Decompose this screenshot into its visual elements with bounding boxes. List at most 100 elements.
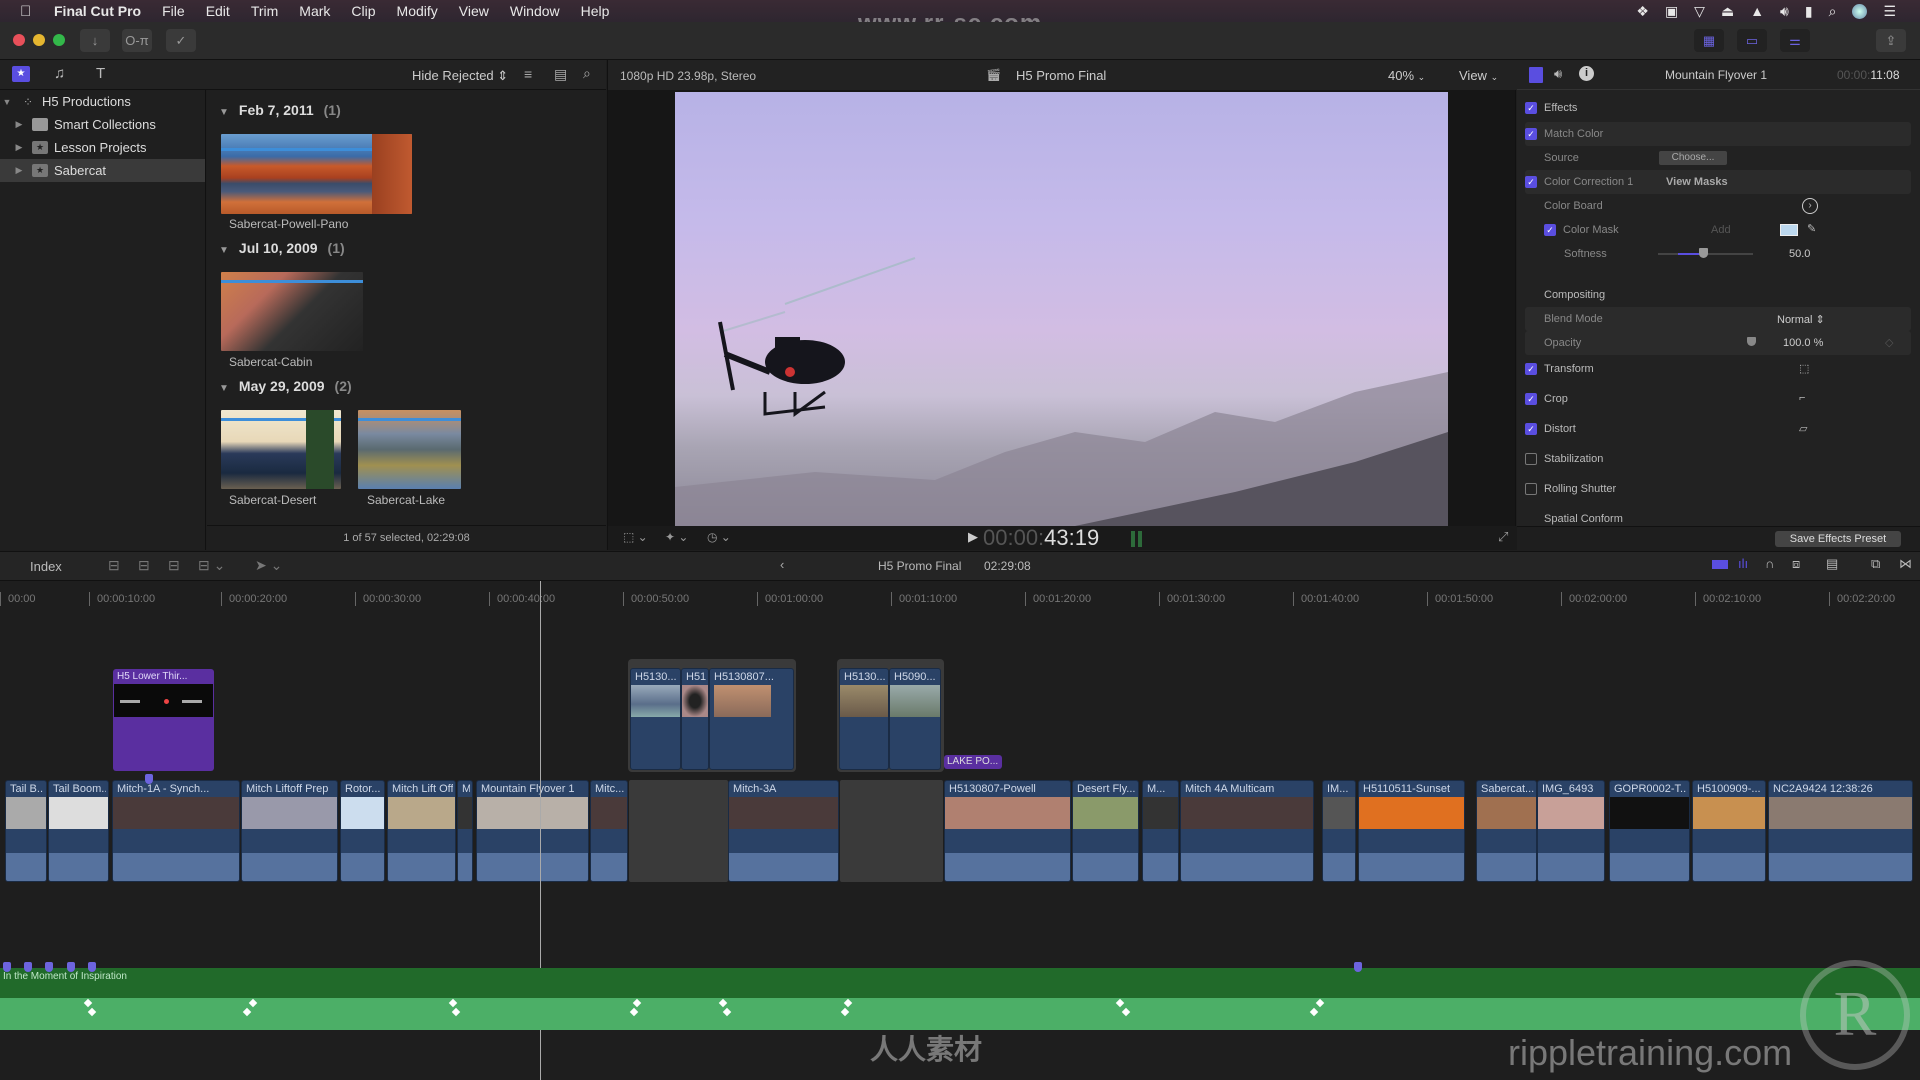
marker[interactable] bbox=[1354, 962, 1362, 972]
timeline-clip[interactable]: Tail B... bbox=[5, 780, 47, 882]
softness-value[interactable]: 50.0 bbox=[1789, 248, 1810, 260]
menu-mark[interactable]: Mark bbox=[299, 3, 330, 19]
timeline-clip[interactable]: Mitch-1A - Synch... bbox=[112, 780, 240, 882]
title-clip-lower-third[interactable]: H5 Lower Thir... bbox=[113, 669, 214, 771]
connected-clip[interactable]: H5130807... bbox=[709, 668, 794, 770]
marker[interactable] bbox=[45, 962, 53, 972]
crop-checkbox[interactable]: ✓ bbox=[1525, 393, 1537, 405]
wifi-icon[interactable]: ▽ bbox=[1694, 3, 1705, 20]
timeline-clip[interactable]: Mitch Lift Off bbox=[387, 780, 456, 882]
solo-headphones-icon[interactable]: ∩ bbox=[1765, 556, 1774, 571]
list-view-icon[interactable]: ≡ bbox=[524, 66, 532, 82]
menu-edit[interactable]: Edit bbox=[206, 3, 230, 19]
clip-thumbnail-lake[interactable] bbox=[358, 410, 461, 489]
timeline-gap[interactable] bbox=[840, 780, 943, 882]
marker[interactable] bbox=[3, 962, 11, 972]
zoom-dropdown[interactable]: 40% ⌄ bbox=[1388, 68, 1425, 83]
append-clip-icon[interactable]: ⊟ bbox=[168, 557, 180, 574]
search-icon[interactable]: ⌕ bbox=[583, 65, 591, 82]
library-item-sabercat[interactable]: ▶ ★ Sabercat bbox=[0, 159, 205, 182]
info-inspector-tab[interactable]: i bbox=[1579, 66, 1594, 81]
menu-app[interactable]: Final Cut Pro bbox=[54, 3, 141, 19]
opacity-value[interactable]: 100.0 % bbox=[1783, 337, 1823, 349]
select-tool-icon[interactable]: ➤ ⌄ bbox=[255, 557, 282, 574]
keyframe-icon[interactable]: ◇ bbox=[1885, 336, 1893, 349]
audio-inspector-tab[interactable]: 🔊︎ bbox=[1554, 66, 1562, 82]
title-clip-lake[interactable]: LAKE PO... bbox=[944, 755, 1002, 769]
effects-browser-icon[interactable]: ⧉ bbox=[1871, 556, 1880, 572]
timeline-clip[interactable]: Desert Fly... bbox=[1072, 780, 1139, 882]
menu-help[interactable]: Help bbox=[581, 3, 610, 19]
close-window-button[interactable] bbox=[13, 34, 25, 46]
video-skimming-icon[interactable] bbox=[1712, 560, 1728, 569]
view-masks-button[interactable]: View Masks bbox=[1666, 176, 1728, 188]
menu-clip[interactable]: Clip bbox=[351, 3, 375, 19]
show-timeline-button[interactable]: ▭ bbox=[1737, 29, 1767, 52]
timeline-clip[interactable]: M. bbox=[457, 780, 473, 882]
connect-clip-icon[interactable]: ⊟ bbox=[108, 557, 120, 574]
timeline-clip[interactable]: H5100909-... bbox=[1692, 780, 1766, 882]
connected-clip[interactable]: H5130... bbox=[839, 668, 889, 770]
menu-view[interactable]: View bbox=[459, 3, 489, 19]
show-inspector-button[interactable]: ⚌ bbox=[1780, 29, 1810, 52]
share-button[interactable]: ⇪ bbox=[1876, 29, 1906, 52]
disclosure-closed-icon[interactable]: ▶ bbox=[12, 142, 26, 153]
save-effects-preset-button[interactable]: Save Effects Preset bbox=[1775, 531, 1901, 547]
color-correction-checkbox[interactable]: ✓ bbox=[1525, 176, 1537, 188]
mask-color-swatch[interactable] bbox=[1780, 224, 1798, 236]
timeline-index-button[interactable]: Index bbox=[30, 559, 62, 574]
blend-mode-dropdown[interactable]: Normal ⇕ bbox=[1777, 313, 1825, 326]
menu-trim[interactable]: Trim bbox=[251, 3, 278, 19]
distort-checkbox[interactable]: ✓ bbox=[1525, 423, 1537, 435]
timeline-clip[interactable]: Tail Boom... bbox=[48, 780, 109, 882]
marker[interactable] bbox=[24, 962, 32, 972]
menu-file[interactable]: File bbox=[162, 3, 185, 19]
match-color-checkbox[interactable]: ✓ bbox=[1525, 128, 1537, 140]
clip-thumbnail-desert[interactable] bbox=[221, 410, 341, 489]
connected-storyline-1[interactable]: H5130... H513... H5130807... bbox=[628, 659, 796, 772]
viewer-video-frame[interactable] bbox=[675, 92, 1448, 526]
airplay-icon[interactable]: ⏏ bbox=[1721, 3, 1734, 20]
play-button[interactable]: ▶ bbox=[968, 529, 978, 545]
timeline-clip[interactable]: M... bbox=[1142, 780, 1179, 882]
disclosure-closed-icon[interactable]: ▶ bbox=[12, 119, 26, 130]
library-item-smart-collections[interactable]: ▶ Smart Collections bbox=[0, 113, 205, 136]
eyedropper-icon[interactable]: ✎ bbox=[1807, 222, 1816, 235]
import-button[interactable]: ↓ bbox=[80, 29, 110, 52]
eject-icon[interactable]: ▲ bbox=[1750, 3, 1764, 19]
softness-slider-knob[interactable] bbox=[1699, 248, 1708, 258]
connected-storyline-2[interactable]: H5130... H5090... bbox=[837, 659, 944, 772]
clip-appearance-icon[interactable]: ▤ bbox=[554, 66, 567, 83]
transform-checkbox[interactable]: ✓ bbox=[1525, 363, 1537, 375]
background-tasks-button[interactable]: ✓ bbox=[166, 29, 196, 52]
date-group-header[interactable]: ▼ May 29, 2009 (2) bbox=[219, 378, 352, 394]
spotlight-icon[interactable]: ⌕ bbox=[1829, 3, 1837, 20]
clip-filter-dropdown[interactable]: Hide Rejected ⇕ bbox=[412, 68, 508, 84]
library-item-h5-productions[interactable]: ▼ ⁘ H5 Productions bbox=[0, 90, 205, 113]
date-group-header[interactable]: ▼ Feb 7, 2011 (1) bbox=[219, 102, 341, 118]
overwrite-clip-icon[interactable]: ⊟ ⌄ bbox=[198, 557, 225, 574]
clip-appearance-icon[interactable]: ▤ bbox=[1826, 556, 1838, 572]
timeline-clip[interactable]: Mitch 4A Multicam bbox=[1180, 780, 1314, 882]
transform-tools-icon[interactable]: ⬚ ⌄ bbox=[623, 530, 648, 544]
clip-thumbnail-cabin[interactable] bbox=[221, 272, 363, 351]
softness-slider[interactable] bbox=[1658, 248, 1753, 258]
timeline-back-icon[interactable]: ‹ bbox=[780, 557, 784, 572]
dropbox-icon[interactable]: ❖ bbox=[1636, 3, 1649, 20]
effects-checkbox[interactable]: ✓ bbox=[1525, 102, 1537, 114]
keyword-editor-button[interactable]: O-π bbox=[122, 29, 152, 52]
connected-clip[interactable]: H5130... bbox=[630, 668, 681, 770]
insert-clip-icon[interactable]: ⊟ bbox=[138, 557, 150, 574]
timeline-clip[interactable]: H5130807-Powell bbox=[944, 780, 1071, 882]
volume-icon[interactable]: 🔊︎ bbox=[1780, 3, 1789, 20]
titles-generators-icon[interactable]: T bbox=[96, 65, 105, 82]
timeline-clip[interactable]: Mitc... bbox=[590, 780, 628, 882]
retiming-icon[interactable]: ◷ ⌄ bbox=[707, 530, 731, 544]
music-clip[interactable]: In the Moment of Inspiration bbox=[0, 968, 1920, 1030]
facetime-icon[interactable]: ▣ bbox=[1665, 3, 1678, 20]
clip-thumbnail-powell-pano[interactable] bbox=[221, 134, 412, 214]
show-color-board-icon[interactable]: › bbox=[1802, 198, 1818, 214]
menu-window[interactable]: Window bbox=[510, 3, 560, 19]
siri-icon[interactable] bbox=[1852, 3, 1868, 19]
timeline-clip[interactable]: NC2A9424 12:38:26 bbox=[1768, 780, 1913, 882]
